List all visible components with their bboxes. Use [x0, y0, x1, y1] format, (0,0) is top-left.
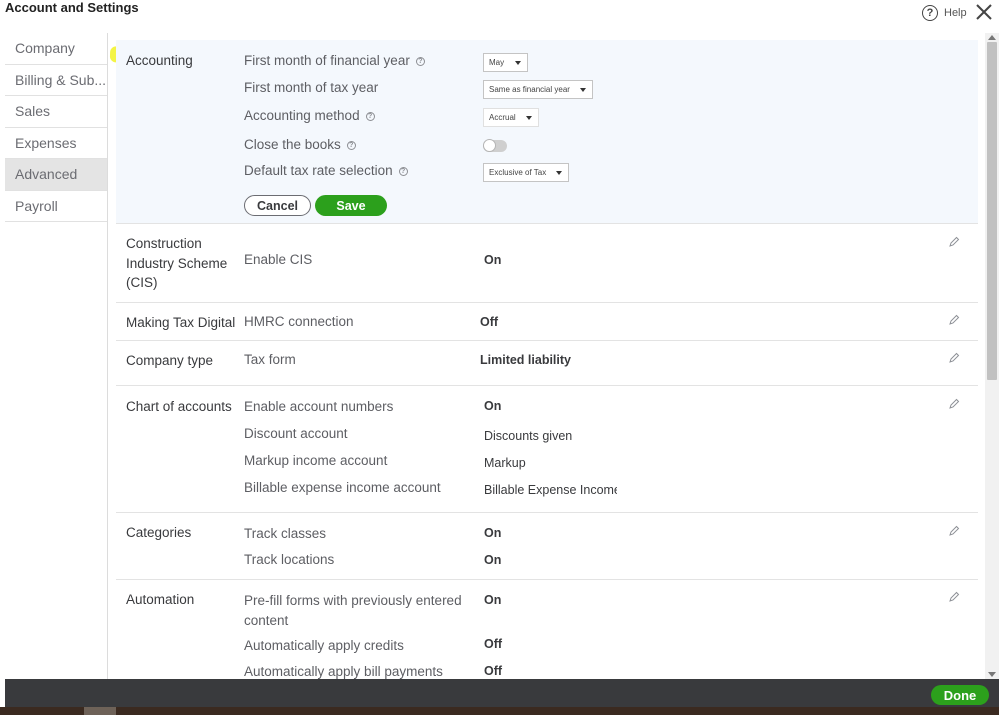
discount-account-value: Discounts given: [484, 429, 573, 443]
sidebar-item-label: Billing & Sub...: [15, 71, 107, 88]
section-title-categories: Categories: [126, 525, 192, 540]
markup-income-account-label: Markup income account: [244, 453, 388, 468]
field-label: First month of financial year: [244, 53, 410, 68]
default-tax-rate-select[interactable]: Exclusive of Tax: [483, 163, 569, 182]
first-month-financial-year-select[interactable]: May: [483, 53, 528, 72]
prefill-forms-value: On: [484, 593, 502, 607]
save-button[interactable]: Save: [315, 195, 387, 216]
field-label: Accounting method: [244, 108, 360, 123]
section-making-tax-digital: Making Tax Digital HMRC connection Off: [116, 303, 978, 341]
taskbar-app-button[interactable]: [84, 707, 116, 715]
sidebar-item-company[interactable]: Company: [5, 33, 107, 65]
close-the-books-toggle[interactable]: [483, 139, 507, 152]
cancel-button[interactable]: Cancel: [244, 195, 311, 216]
help-circle-icon[interactable]: ?: [365, 111, 375, 121]
edit-pencil-icon[interactable]: [948, 591, 960, 603]
edit-pencil-icon[interactable]: [948, 398, 960, 410]
section-title-accounting: Accounting: [126, 53, 193, 68]
sidebar-item-advanced[interactable]: Advanced: [5, 159, 107, 191]
section-automation: Automation Pre-fill forms with previousl…: [116, 580, 978, 679]
chevron-down-icon: [580, 88, 586, 92]
apply-bill-payments-label: Automatically apply bill payments: [244, 664, 443, 679]
apply-credits-value: Off: [484, 637, 503, 651]
edit-pencil-icon[interactable]: [948, 314, 960, 326]
billable-expense-income-account-label: Billable expense income account: [244, 480, 441, 495]
sidebar-item-billing[interactable]: Billing & Sub...: [5, 65, 107, 96]
section-title-mtd: Making Tax Digital: [126, 315, 236, 330]
help-link[interactable]: ? Help: [922, 5, 967, 21]
close-the-books-label: Close the books?: [244, 137, 356, 152]
scroll-up-arrow-icon[interactable]: [988, 35, 996, 40]
discount-account-label: Discount account: [244, 426, 348, 441]
track-classes-label: Track classes: [244, 526, 327, 541]
track-locations-value: On: [484, 553, 502, 567]
done-button[interactable]: Done: [931, 685, 989, 705]
billable-expense-income-account-value: Billable Expense Income: [484, 483, 617, 497]
scrollbar-thumb[interactable]: [987, 42, 997, 380]
scroll-down-arrow-icon[interactable]: [988, 672, 996, 677]
sidebar-item-expenses[interactable]: Expenses: [5, 128, 107, 159]
sidebar-item-label: Expenses: [15, 134, 77, 151]
tax-form-label: Tax form: [244, 352, 296, 367]
chevron-down-icon: [526, 116, 532, 120]
apply-credits-label: Automatically apply credits: [244, 638, 404, 653]
apply-bill-payments-value: Off: [484, 664, 503, 678]
sidebar-item-label: Advanced: [15, 166, 78, 183]
toggle-knob: [483, 139, 496, 152]
chevron-down-icon: [515, 61, 521, 65]
section-title-chart-of-accounts: Chart of accounts: [126, 399, 232, 414]
markup-income-account-value: Markup: [484, 456, 526, 470]
sidebar-item-label: Sales: [15, 103, 51, 120]
section-categories: Categories Track classes On Track locati…: [116, 513, 978, 580]
dialog-footer: [5, 679, 999, 707]
section-title-automation: Automation: [126, 592, 195, 607]
window-title: Account and Settings: [5, 0, 139, 15]
track-classes-value: On: [484, 526, 502, 540]
edit-pencil-icon[interactable]: [948, 236, 960, 248]
help-icon: ?: [922, 5, 938, 21]
close-icon[interactable]: [974, 2, 994, 22]
enable-cis-value: On: [484, 253, 502, 267]
enable-account-numbers-value: On: [484, 399, 502, 413]
accounting-method-select[interactable]: Accrual: [483, 108, 539, 127]
track-locations-label: Track locations: [244, 552, 335, 567]
edit-pencil-icon[interactable]: [948, 525, 960, 537]
prefill-forms-label: Pre-fill forms with previously entered c…: [244, 593, 462, 628]
sidebar-item-label: Company: [15, 40, 75, 57]
section-cis: Construction Industry Scheme (CIS) Enabl…: [116, 224, 978, 303]
section-title-cis: Construction Industry Scheme (CIS): [126, 236, 228, 290]
advanced-settings-content: Accounting First month of financial year…: [116, 40, 978, 679]
section-chart-of-accounts: Chart of accounts Enable account numbers…: [116, 386, 978, 513]
field-label: Default tax rate selection: [244, 163, 393, 178]
sidebar-item-sales[interactable]: Sales: [5, 96, 107, 128]
section-accounting: Accounting First month of financial year…: [116, 40, 978, 224]
help-circle-icon[interactable]: ?: [398, 166, 408, 176]
sidebar-item-payroll[interactable]: Payroll: [5, 191, 107, 222]
select-value: Same as financial year: [489, 85, 570, 94]
first-month-tax-year-label: First month of tax year: [244, 80, 379, 95]
accounting-method-label: Accounting method?: [244, 108, 375, 123]
sidebar-item-label: Payroll: [15, 197, 58, 214]
tax-form-value: Limited liability: [480, 353, 571, 367]
settings-sidebar: Company Billing & Sub... Sales Expenses …: [5, 33, 108, 679]
field-label: Close the books: [244, 137, 341, 152]
section-company-type: Company type Tax form Limited liability: [116, 341, 978, 386]
edit-pencil-icon[interactable]: [948, 352, 960, 364]
chevron-down-icon: [556, 171, 562, 175]
enable-account-numbers-label: Enable account numbers: [244, 399, 394, 414]
enable-cis-label: Enable CIS: [244, 252, 313, 267]
help-circle-icon[interactable]: ?: [415, 56, 425, 66]
hmrc-connection-value: Off: [480, 315, 499, 329]
select-value: Exclusive of Tax: [489, 168, 547, 177]
section-title-company-type: Company type: [126, 353, 214, 368]
help-circle-icon[interactable]: ?: [346, 140, 356, 150]
hmrc-connection-label: HMRC connection: [244, 314, 354, 329]
first-month-tax-year-select[interactable]: Same as financial year: [483, 80, 593, 99]
default-tax-rate-selection-label: Default tax rate selection?: [244, 163, 408, 178]
select-value: May: [489, 58, 505, 67]
help-label: Help: [944, 7, 967, 19]
select-value: Accrual: [489, 113, 516, 122]
first-month-financial-year-label: First month of financial year?: [244, 53, 425, 68]
os-taskbar: [0, 707, 999, 715]
